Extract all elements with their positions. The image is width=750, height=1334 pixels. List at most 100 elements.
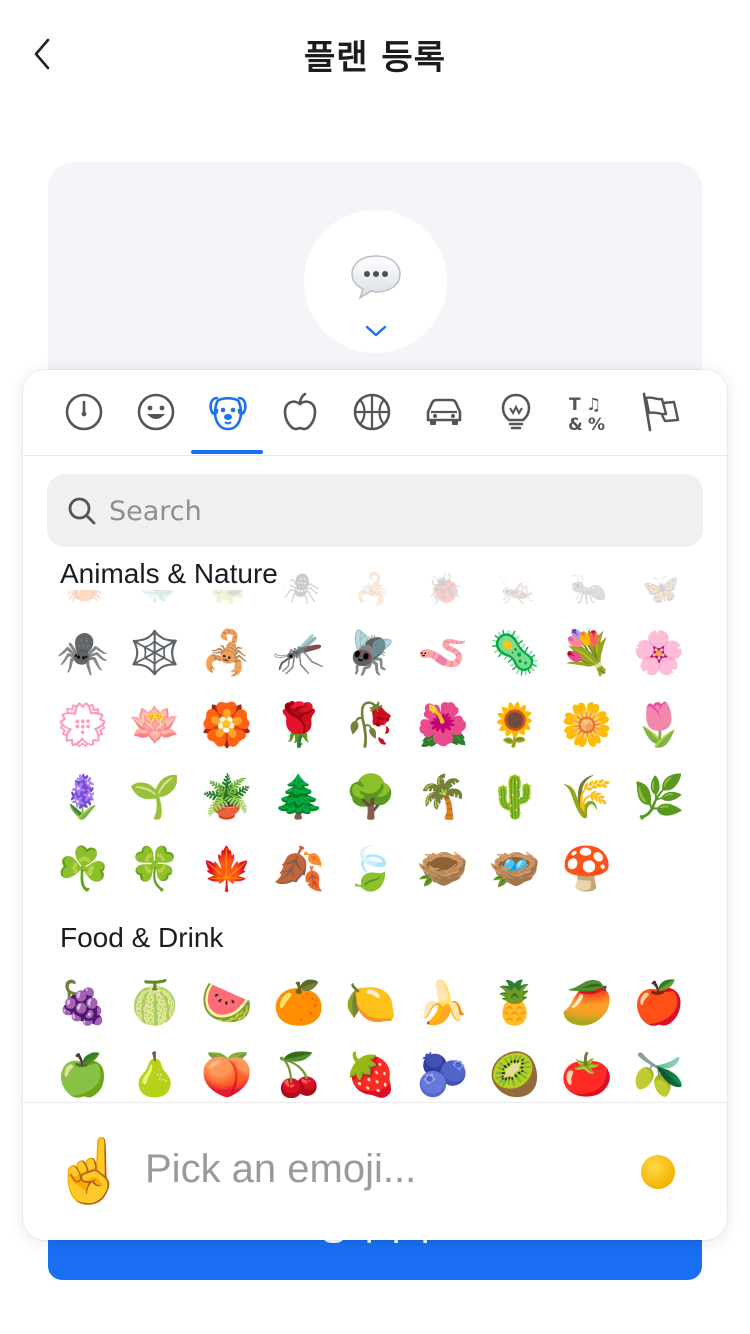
preview-emoji: ☝️ [51, 1134, 129, 1207]
emoji-cell[interactable]: 🍁 [194, 836, 260, 902]
emoji-cell[interactable]: 🍂 [266, 836, 332, 902]
tab-travel[interactable] [422, 390, 466, 434]
emoji-cell[interactable]: 🍈 [122, 970, 188, 1036]
section-title-animals: Animals & Nature [60, 560, 290, 590]
emoji-cell[interactable]: 🍓 [338, 1042, 404, 1098]
emoji-cell[interactable]: 🍄 [554, 836, 620, 902]
header: 플랜 등록 [0, 0, 750, 110]
emoji-cell[interactable]: 🌹 [266, 692, 332, 758]
emoji-cell[interactable]: 🌺 [410, 692, 476, 758]
emoji-cell[interactable]: 🦂 [194, 620, 260, 686]
emoji-cell[interactable]: 🍀 [122, 836, 188, 902]
emoji-cell[interactable]: 🍉 [194, 970, 260, 1036]
emoji-cell[interactable]: 🥝 [482, 1042, 548, 1098]
emoji-cell[interactable]: 🌻 [482, 692, 548, 758]
emoji-cell[interactable]: 🪻 [50, 764, 116, 830]
emoji-selector[interactable] [304, 210, 447, 353]
emoji-cell[interactable]: 🪺 [482, 836, 548, 902]
clock-icon [65, 393, 103, 431]
emoji-cell[interactable]: 🍎 [626, 970, 692, 1036]
emoji-row: 🕷️ 🕸️ 🦂 🦟 🪰 🪱 🦠 💐 🌸 [23, 620, 727, 690]
emoji-cell[interactable]: 🍇 [50, 970, 116, 1036]
tab-activity[interactable] [350, 390, 394, 434]
speech-bubble-icon [351, 255, 401, 300]
emoji-cell[interactable]: 🪴 [194, 764, 260, 830]
tab-flags[interactable] [638, 390, 682, 434]
tab-smileys[interactable] [134, 390, 178, 434]
basketball-icon [353, 393, 391, 431]
emoji-cell[interactable]: 🕷️ [50, 620, 116, 686]
faded-emoji: 🦋 [642, 572, 680, 607]
emoji-cell[interactable]: 🏵️ [194, 692, 260, 758]
emoji-cell[interactable]: 🕸️ [122, 620, 188, 686]
emoji-cell[interactable]: 🍏 [50, 1042, 116, 1098]
active-tab-indicator [191, 450, 263, 454]
emoji-cell[interactable]: 🌷 [626, 692, 692, 758]
smiley-icon [137, 393, 175, 431]
svg-text:♫: ♫ [586, 395, 601, 415]
tab-recent[interactable] [62, 390, 106, 434]
dog-icon [209, 396, 247, 431]
emoji-row: 🍏 🍐 🍑 🍒 🍓 🫐 🥝 🍅 🫒 [23, 1042, 727, 1098]
emoji-cell[interactable]: 🍐 [122, 1042, 188, 1098]
emoji-cell[interactable]: 🫒 [626, 1042, 692, 1098]
car-icon [426, 398, 462, 425]
plan-register-screen: 플랜 등록 등록하기 [0, 0, 750, 1334]
flags-icon [642, 392, 680, 432]
emoji-cell[interactable]: 🍋 [338, 970, 404, 1036]
skin-tone-button[interactable] [641, 1155, 675, 1189]
emoji-cell[interactable]: 🪹 [410, 836, 476, 902]
apple-icon [283, 392, 317, 431]
emoji-cell[interactable]: 💐 [554, 620, 620, 686]
faded-emoji: 🐞 [426, 572, 464, 607]
emoji-row: 💮 🪷 🏵️ 🌹 🥀 🌺 🌻 🌼 🌷 [23, 692, 727, 762]
emoji-cell[interactable]: 🌴 [410, 764, 476, 830]
emoji-cell[interactable]: 🌿 [626, 764, 692, 830]
emoji-cell[interactable]: 🌳 [338, 764, 404, 830]
emoji-cell[interactable]: 🌲 [266, 764, 332, 830]
emoji-cell[interactable]: 🦟 [266, 620, 332, 686]
emoji-cell[interactable]: 🍒 [266, 1042, 332, 1098]
svg-text:&: & [568, 415, 583, 434]
emoji-cell[interactable]: 🌵 [482, 764, 548, 830]
emoji-cell[interactable]: 🫐 [410, 1042, 476, 1098]
tab-animals[interactable] [206, 390, 250, 434]
emoji-cell[interactable]: 🍌 [410, 970, 476, 1036]
emoji-cell[interactable]: ☘️ [50, 836, 116, 902]
symbols-icon: T ♫&% [568, 395, 605, 435]
emoji-cell[interactable]: 🍊 [266, 970, 332, 1036]
emoji-cell[interactable]: 🪷 [122, 692, 188, 758]
search-icon [68, 497, 96, 525]
search-bar [47, 474, 703, 547]
tab-objects[interactable] [494, 390, 538, 434]
lightbulb-icon [501, 393, 531, 430]
emoji-cell[interactable]: 🍃 [338, 836, 404, 902]
section-title-food: Food & Drink [60, 922, 224, 953]
emoji-cell[interactable]: 🌼 [554, 692, 620, 758]
emoji-row: ☘️ 🍀 🍁 🍂 🍃 🪹 🪺 🍄 [23, 836, 727, 906]
chevron-down-icon [365, 325, 387, 337]
picker-footer: ☝️ Pick an emoji... [23, 1102, 727, 1240]
emoji-row: 🪻 🌱 🪴 🌲 🌳 🌴 🌵 🌾 🌿 [23, 764, 727, 834]
emoji-cell[interactable]: 🦠 [482, 620, 548, 686]
faded-emoji: 🐜 [570, 572, 608, 607]
emoji-cell[interactable]: 🪰 [338, 620, 404, 686]
emoji-cell[interactable]: 🥀 [338, 692, 404, 758]
page-title: 플랜 등록 [304, 38, 446, 78]
emoji-cell[interactable]: 🍍 [482, 970, 548, 1036]
search-input[interactable] [109, 488, 689, 534]
emoji-grid: 🦀 🐳 🐢 🕷 🦂 🐞 🦗 🐜 🦋 Animals & Nature 🕷️ 🕸️… [23, 560, 727, 1098]
emoji-cell[interactable]: 🪱 [410, 620, 476, 686]
emoji-cell[interactable]: 💮 [50, 692, 116, 758]
faded-emoji: 🦂 [354, 572, 392, 607]
emoji-cell[interactable]: 🍑 [194, 1042, 260, 1098]
tab-food[interactable] [278, 390, 322, 434]
emoji-cell[interactable]: 🍅 [554, 1042, 620, 1098]
emoji-cell[interactable]: 🌸 [626, 620, 692, 686]
svg-text:T: T [569, 395, 581, 415]
emoji-cell[interactable]: 🌾 [554, 764, 620, 830]
emoji-cell[interactable]: 🌱 [122, 764, 188, 830]
tab-symbols[interactable]: T ♫ &% [566, 390, 610, 435]
faded-emoji: 🦗 [498, 572, 536, 607]
emoji-cell[interactable]: 🥭 [554, 970, 620, 1036]
